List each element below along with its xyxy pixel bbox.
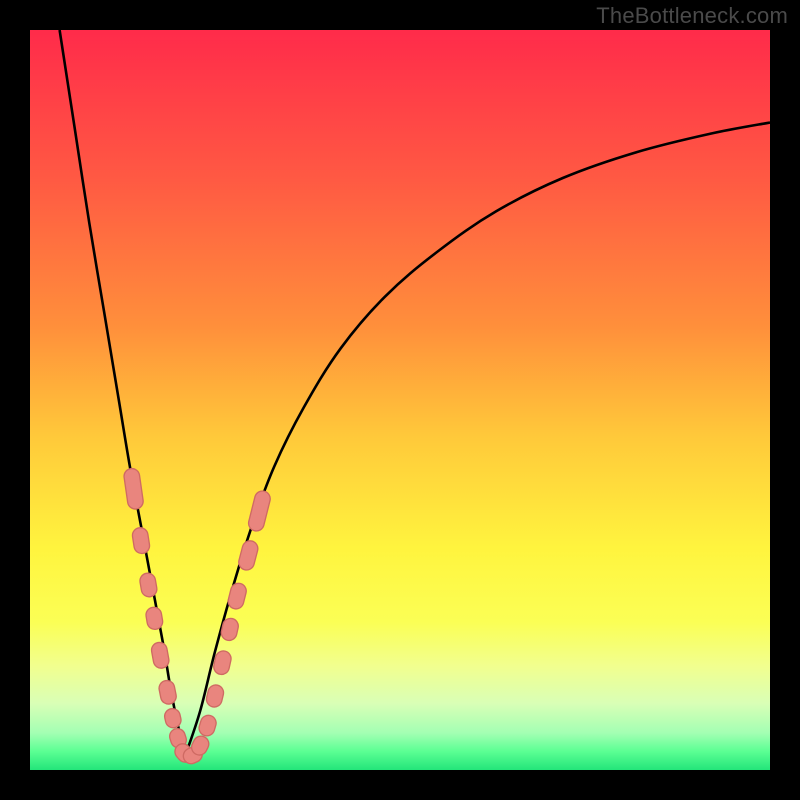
- curve-marker: [139, 572, 158, 598]
- curve-marker: [145, 606, 164, 630]
- plot-area: [30, 30, 770, 770]
- right-branch-curve: [185, 123, 770, 756]
- watermark-text: TheBottleneck.com: [596, 3, 788, 29]
- curve-marker: [158, 679, 178, 705]
- curve-marker: [163, 707, 182, 729]
- curve-marker: [247, 489, 272, 532]
- curve-layer: [30, 30, 770, 770]
- curve-marker: [131, 527, 150, 555]
- curve-marker: [205, 683, 225, 708]
- chart-frame: TheBottleneck.com: [0, 0, 800, 800]
- curve-marker: [237, 539, 260, 572]
- curve-marker: [150, 641, 170, 669]
- curve-marker: [197, 713, 218, 737]
- curve-marker: [123, 468, 144, 510]
- curve-marker: [227, 582, 248, 611]
